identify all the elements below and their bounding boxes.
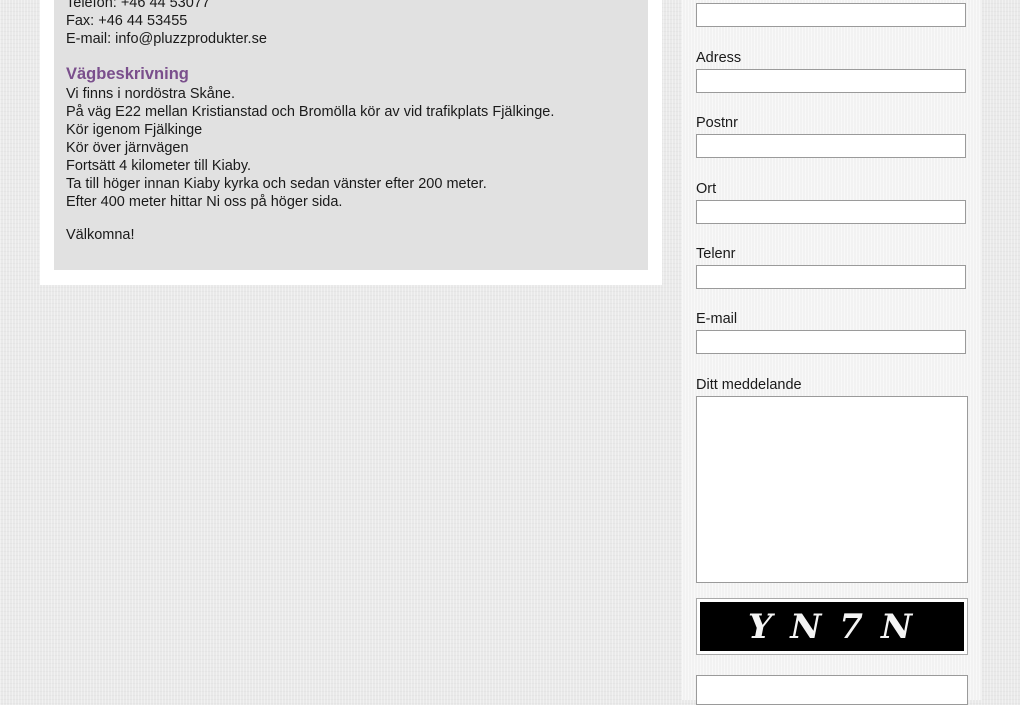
directions-line: Efter 400 meter hittar Ni oss på höger s… — [66, 194, 343, 210]
phone-label: Telenr — [696, 246, 736, 262]
captcha-frame: YN7N — [696, 598, 968, 655]
address-input[interactable] — [696, 69, 966, 93]
content-card: Telefon: +46 44 53077 Fax: +46 44 53455 … — [40, 0, 662, 285]
directions-line: Vi finns i nordöstra Skåne. — [66, 86, 235, 102]
directions-line: På väg E22 mellan Kristianstad och Bromö… — [66, 104, 555, 120]
directions-title: Vägbeskrivning — [66, 65, 189, 83]
contact-info: Telefon: +46 44 53077 Fax: +46 44 53455 … — [66, 0, 267, 48]
phone-input[interactable] — [696, 265, 966, 289]
email-text: E-mail: info@pluzzprodukter.se — [66, 31, 267, 47]
contact-form: Adress Postnr Ort Telenr E-mail Ditt med… — [682, 0, 982, 705]
fax-text: Fax: +46 44 53455 — [66, 13, 188, 29]
message-label: Ditt meddelande — [696, 377, 802, 393]
phone-text: Telefon: +46 44 53077 — [66, 0, 210, 11]
welcome-text: Välkomna! — [66, 227, 135, 243]
address-label: Adress — [696, 50, 742, 66]
city-input[interactable] — [696, 200, 966, 224]
directions-line: Ta till höger innan Kiaby kyrka och seda… — [66, 176, 487, 192]
name-input[interactable] — [696, 3, 966, 27]
message-textarea[interactable] — [696, 396, 968, 583]
postnr-label: Postnr — [696, 115, 738, 131]
city-label: Ort — [696, 181, 717, 197]
captcha-image: YN7N — [700, 602, 964, 651]
postnr-input[interactable] — [696, 134, 966, 158]
directions-line: Fortsätt 4 kilometer till Kiaby. — [66, 158, 252, 174]
directions-text: Vi finns i nordöstra Skåne. På väg E22 m… — [66, 85, 554, 211]
captcha-input[interactable] — [696, 675, 968, 705]
directions-line: Kör igenom Fjälkinge — [66, 122, 203, 138]
content-panel: Telefon: +46 44 53077 Fax: +46 44 53455 … — [54, 0, 648, 270]
email-label: E-mail — [696, 311, 738, 327]
email-input[interactable] — [696, 330, 966, 354]
directions-line: Kör över järnvägen — [66, 140, 189, 156]
